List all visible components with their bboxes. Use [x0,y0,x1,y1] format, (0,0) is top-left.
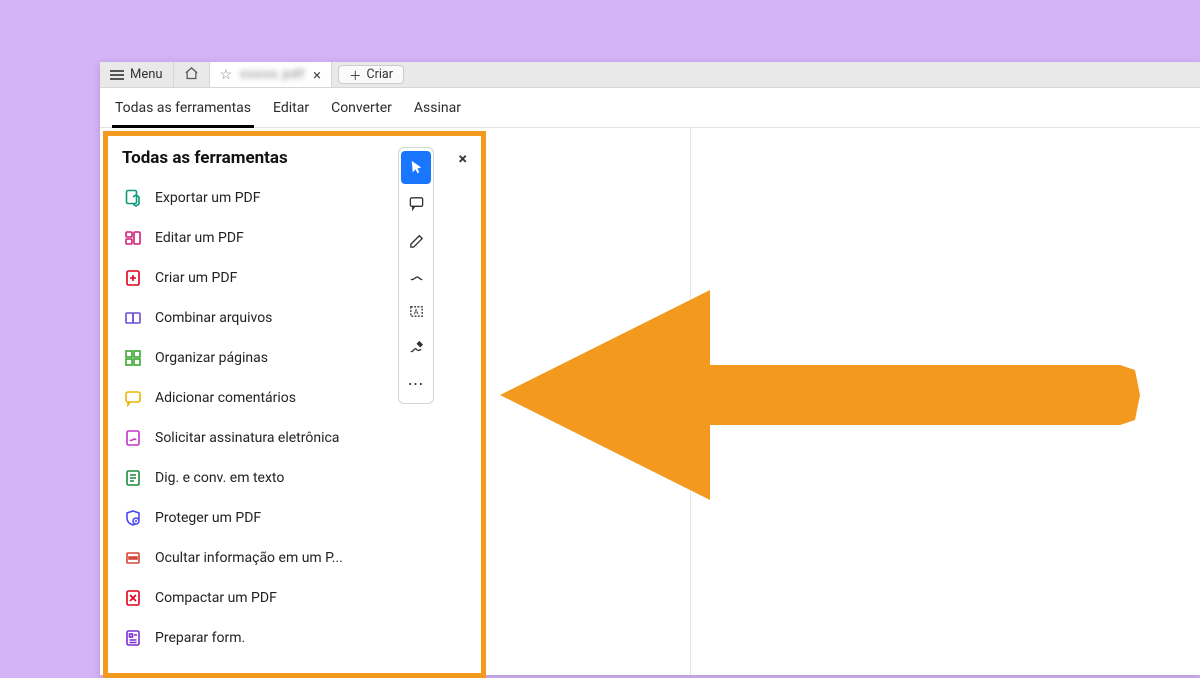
tool-label: Dig. e conv. em texto [155,470,284,486]
draw-tool[interactable] [401,259,431,292]
tool-ocr[interactable]: Dig. e conv. em texto [112,458,477,498]
export-pdf-icon [124,189,142,207]
tool-label: Organizar páginas [155,350,268,366]
text-select-tool[interactable]: A [401,295,431,328]
home-icon [184,66,199,84]
tool-protect[interactable]: Proteger um PDF [112,498,477,538]
tool-label: Solicitar assinatura eletrônica [155,430,339,446]
tab-todas-as-ferramentas[interactable]: Todas as ferramentas [104,88,262,127]
tool-label: Preparar form. [155,630,245,646]
quick-toolbar: A⋯ [398,147,434,404]
create-button[interactable]: ＋ Criar [338,65,404,84]
home-button[interactable] [174,62,210,87]
tab-assinar[interactable]: Assinar [403,88,472,127]
tool-esign[interactable]: Solicitar assinatura eletrônica [112,418,477,458]
tab-converter[interactable]: Converter [320,88,403,127]
tool-label: Combinar arquivos [155,310,272,326]
tool-label: Editar um PDF [155,230,244,246]
panel-close-button[interactable]: × [459,149,468,168]
menu-button[interactable]: Menu [100,62,174,87]
comment-icon [124,389,142,407]
organize-icon [124,349,142,367]
combine-icon [124,309,142,327]
ocr-icon [124,469,142,487]
tool-form[interactable]: Preparar form. [112,618,477,658]
document-viewport[interactable] [690,128,1200,675]
comment-tool[interactable] [401,187,431,220]
favorite-star-icon[interactable]: ☆ [220,67,233,83]
create-pdf-icon [124,269,142,287]
tool-redact[interactable]: Ocultar informação em um P... [112,538,477,578]
esign-icon [124,429,142,447]
more-tool[interactable]: ⋯ [401,367,431,400]
svg-text:A: A [413,307,418,316]
highlight-tool[interactable] [401,223,431,256]
tool-label: Proteger um PDF [155,510,261,526]
all-tools-panel: Todas as ferramentas × Exportar um PDF Ed… [103,131,486,678]
panel-title: Todas as ferramentas [122,148,288,168]
tab-editar[interactable]: Editar [262,88,320,127]
compress-icon [124,589,142,607]
plus-icon: ＋ [349,65,362,84]
menu-label: Menu [130,67,163,82]
protect-icon [124,509,142,527]
edit-pdf-icon [124,229,142,247]
form-icon [124,629,142,647]
document-tab[interactable]: ☆ xxxxx.pdf × [210,62,332,87]
sign-tool[interactable] [401,331,431,364]
hamburger-icon [110,70,124,80]
tool-label: Adicionar comentários [155,390,296,406]
workspace: Todas as ferramentas × Exportar um PDF Ed… [100,128,1200,675]
create-label: Criar [367,67,393,82]
tool-label: Ocultar informação em um P... [155,550,343,566]
tool-label: Criar um PDF [155,270,237,286]
app-window: Menu ☆ xxxxx.pdf × ＋ Criar Todas as ferr… [100,62,1200,675]
tool-label: Compactar um PDF [155,590,277,606]
close-tab-button[interactable]: × [313,66,321,84]
tool-label: Exportar um PDF [155,190,260,206]
tool-compress[interactable]: Compactar um PDF [112,578,477,618]
titlebar: Menu ☆ xxxxx.pdf × ＋ Criar [100,62,1200,88]
tab-filename: xxxxx.pdf [240,67,305,82]
cursor-tool[interactable] [401,151,431,184]
tool-tabs: Todas as ferramentasEditarConverterAssin… [100,88,1200,128]
redact-icon [124,549,142,567]
